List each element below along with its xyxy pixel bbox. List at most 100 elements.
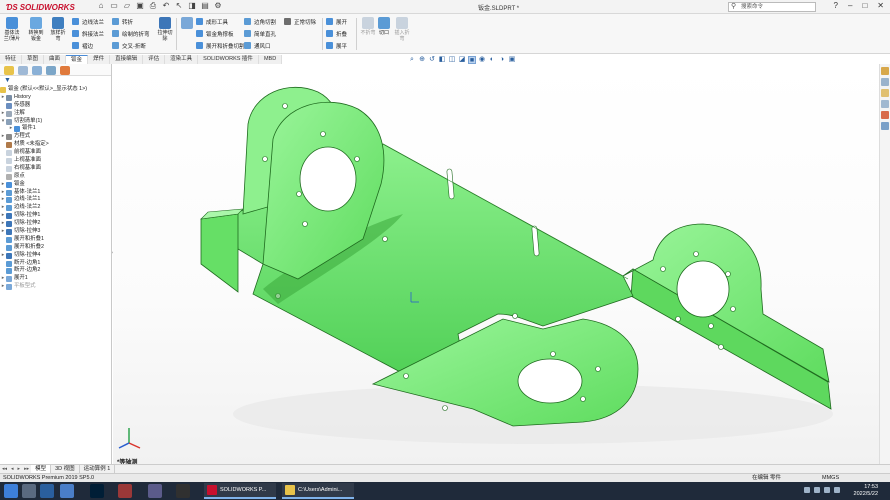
tree-item[interactable]: ▸ 切除-拉伸1 [0, 212, 111, 220]
tab-render-tools[interactable]: 渲染工具 [165, 55, 199, 64]
zoom-area-icon[interactable]: ⊕ [418, 56, 426, 64]
unit-system[interactable]: MMGS [822, 474, 839, 482]
tray-icon[interactable] [814, 487, 820, 493]
tab-features[interactable]: 特征 [0, 55, 23, 64]
fold-button[interactable]: 折叠 [326, 29, 347, 38]
normal-cut-button[interactable]: 正常切除 [284, 17, 316, 26]
unfold-button[interactable]: 展开 [326, 17, 347, 26]
solidworks-logo[interactable]: ƊS SOLIDWORKS [6, 1, 75, 13]
edit-appearance-icon[interactable]: ◐ [488, 56, 496, 64]
maximize-button[interactable]: □ [862, 1, 867, 10]
sketched-bend-button[interactable]: 绘制的折弯 [112, 29, 150, 38]
tab-mbd[interactable]: MBD [258, 55, 283, 64]
close-button[interactable]: ✕ [877, 1, 884, 10]
task-view-icon[interactable] [22, 484, 36, 498]
tab-solidworks-addins[interactable]: SOLIDWORKS 插件 [198, 55, 259, 64]
tree-item[interactable]: ▸ 切除-拉伸2 [0, 220, 111, 228]
apply-scene-icon[interactable]: ◑ [498, 56, 506, 64]
feature-manager-tab-icon[interactable] [4, 66, 14, 75]
corner-cut-button[interactable]: 边角切割 [244, 17, 276, 26]
hem-button[interactable]: 褶边 [72, 41, 93, 50]
previous-view-icon[interactable]: ↺ [428, 56, 436, 64]
miter-flange-button[interactable]: 斜接法兰 [72, 29, 104, 38]
display-manager-tab-icon[interactable] [60, 66, 70, 75]
solidworks-resources-icon[interactable] [881, 67, 889, 75]
vent-button[interactable]: 通风口 [244, 41, 271, 50]
app-icon[interactable] [176, 484, 190, 498]
cross-break-button[interactable]: 交叉-折断 [112, 41, 146, 50]
options-gear-icon[interactable]: ⚙ [213, 1, 223, 11]
last-tab-arrow-icon[interactable]: ▸▸ [22, 466, 31, 472]
tray-icon[interactable] [824, 487, 830, 493]
dynamic-annotation-icon[interactable]: ◫ [448, 56, 456, 64]
jog-button[interactable]: 转折 [112, 17, 133, 26]
tree-item[interactable]: ▾ 切割清单(1) [0, 118, 111, 126]
first-tab-arrow-icon[interactable]: ◂◂ [0, 466, 9, 472]
tab-3d-views[interactable]: 3D 视图 [51, 465, 80, 473]
tab-direct-editing[interactable]: 直接编辑 [110, 55, 144, 64]
extruded-cut-button[interactable]: 拉伸切除 [156, 17, 174, 42]
undo-icon[interactable]: ↶ [161, 1, 171, 11]
base-flange-button[interactable]: 基体法兰/薄片 [3, 17, 21, 42]
property-manager-tab-icon[interactable] [18, 66, 28, 75]
taskbar-solidworks-window[interactable]: SOLIDWORKS P... [204, 483, 276, 499]
home-icon[interactable]: ⌂ [96, 1, 106, 11]
tree-item[interactable]: 前视基准面 [0, 149, 111, 157]
tree-item[interactable]: 原点 [0, 173, 111, 181]
configuration-manager-tab-icon[interactable] [32, 66, 42, 75]
taskbar-clock[interactable]: 17:53 2022/5/22 [854, 484, 878, 498]
tree-item[interactable]: ▸ History [0, 94, 111, 102]
tree-item[interactable]: ▸ 平板型式 [0, 283, 111, 291]
zoom-to-fit-icon[interactable]: ⌕ [408, 56, 416, 64]
select-icon[interactable]: ↖ [174, 1, 184, 11]
help-icon[interactable]: ? [834, 1, 838, 10]
convert-to-sheet-metal-button[interactable]: 转换到钣金 [27, 17, 45, 42]
app-icon[interactable] [118, 484, 132, 498]
tray-icon[interactable] [834, 487, 840, 493]
tree-root[interactable]: 钣金 (默认<<默认>_显示状态 1>) [0, 86, 111, 94]
tab-sketch[interactable]: 草图 [22, 55, 45, 64]
tree-item[interactable]: 上视基准面 [0, 157, 111, 165]
rebuild-icon[interactable]: ◨ [187, 1, 197, 11]
browser-icon[interactable] [60, 484, 74, 498]
display-style-icon[interactable]: ■ [468, 56, 476, 64]
dimxpert-tab-icon[interactable] [46, 66, 56, 75]
unfold-fold-cut-button[interactable]: 展开和折叠切割 [196, 41, 245, 50]
tree-item[interactable]: ▸ 注解 [0, 110, 111, 118]
tab-sheet-metal[interactable]: 钣金 [66, 55, 89, 64]
tree-item[interactable]: 展开和折叠2 [0, 244, 111, 252]
minimize-button[interactable]: – [848, 1, 852, 10]
view-settings-icon[interactable]: ▣ [508, 56, 516, 64]
hide-show-items-icon[interactable]: ◉ [478, 56, 486, 64]
view-orientation-icon[interactable]: ◪ [458, 56, 466, 64]
photoshop-icon[interactable] [90, 484, 104, 498]
lofted-bend-button[interactable]: 放样折弯 [49, 17, 67, 42]
flatten-button[interactable]: 展平 [326, 41, 347, 50]
tree-item[interactable]: 展开和折叠1 [0, 236, 111, 244]
view-palette-icon[interactable] [881, 100, 889, 108]
tree-item[interactable]: 传感器 [0, 102, 111, 110]
tab-weldments[interactable]: 焊件 [88, 55, 111, 64]
tab-surfaces[interactable]: 曲面 [44, 55, 67, 64]
print-icon[interactable]: ⎙ [148, 1, 158, 11]
filter-icon[interactable]: ▼ [0, 76, 111, 86]
tab-evaluate[interactable]: 评估 [143, 55, 166, 64]
tree-item[interactable]: ▸ 切除-拉伸3 [0, 228, 111, 236]
app-icon[interactable] [148, 484, 162, 498]
open-icon[interactable]: ▱ [122, 1, 132, 11]
tree-item[interactable]: 材质 <未指定> [0, 141, 111, 149]
appearances-icon[interactable] [881, 111, 889, 119]
rip-button[interactable]: 切口 [375, 17, 393, 36]
tree-item[interactable]: 右视基准面 [0, 165, 111, 173]
tab-motion-study[interactable]: 运动算例 1 [80, 465, 116, 473]
gusset-button[interactable]: 钣金角撑板 [196, 29, 234, 38]
sheet-metal-part-model[interactable] [113, 64, 879, 464]
taskbar-explorer-window[interactable]: C:\Users\Admini... [282, 483, 354, 499]
edge-flange-button[interactable]: 边线法兰 [72, 17, 104, 26]
design-library-icon[interactable] [881, 78, 889, 86]
graphics-area[interactable] [113, 64, 879, 464]
new-document-icon[interactable]: ▭ [109, 1, 119, 11]
chrome-icon[interactable] [40, 484, 54, 498]
insert-bends-button[interactable]: 插入折弯 [393, 17, 411, 42]
save-icon[interactable]: ▣ [135, 1, 145, 11]
